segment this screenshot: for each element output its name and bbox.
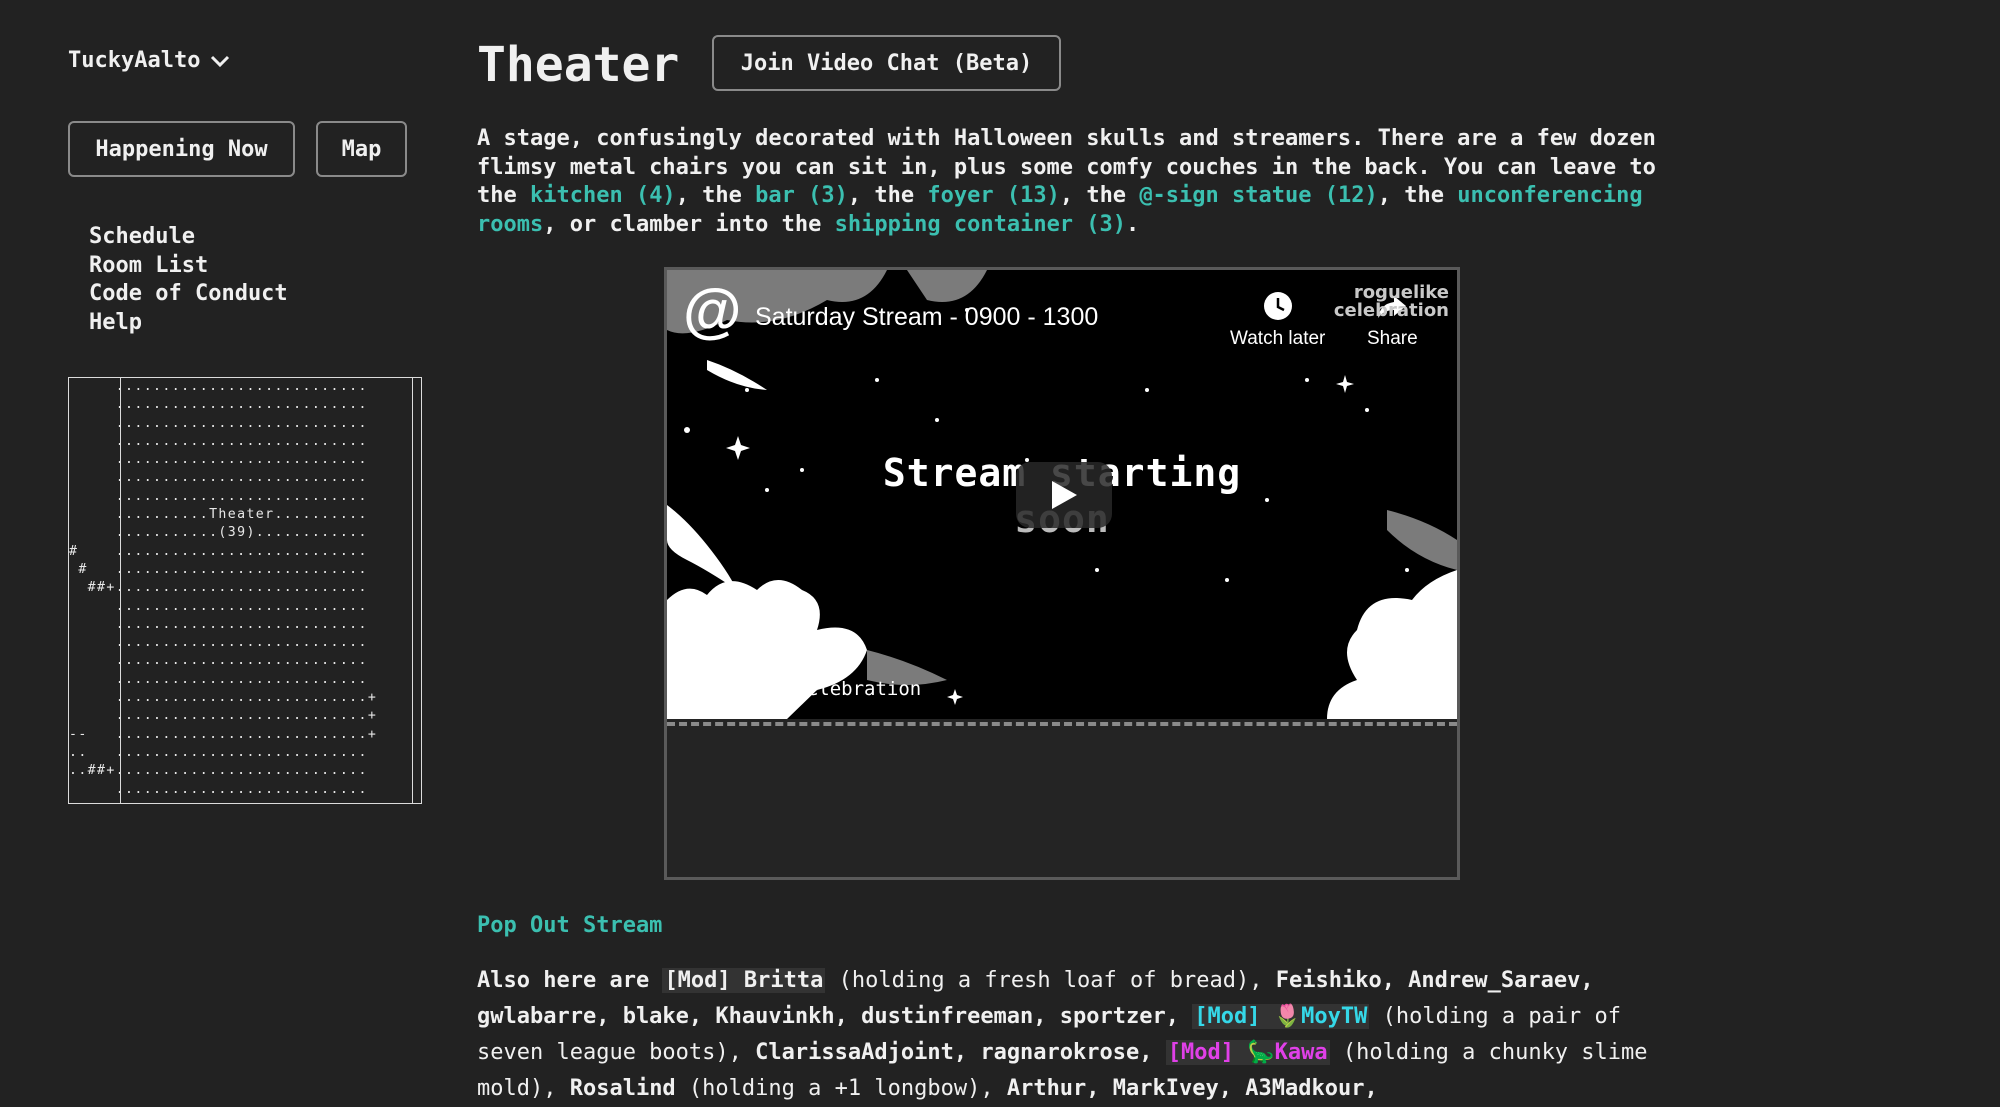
user-list[interactable]: Arthur, MarkIvey, A3Madkour, <box>1007 1076 1378 1101</box>
user-moytw[interactable]: [Mod] 🌷MoyTW <box>1192 1004 1370 1029</box>
clock-icon <box>1263 292 1292 320</box>
pop-out-stream-link[interactable]: Pop Out Stream <box>477 913 662 938</box>
user-list[interactable]: ClarissaAdjoint, ragnarokrose, <box>755 1040 1166 1065</box>
watch-later-button[interactable]: Watch later <box>1230 290 1325 350</box>
dinosaur-icon: 🦕 <box>1247 1040 1275 1065</box>
video-player[interactable]: @ Saturday Stream - 0900 - 1300 Watch la… <box>667 270 1457 719</box>
link-kitchen[interactable]: kitchen (4) <box>530 183 676 208</box>
user-kawa[interactable]: [Mod] 🦕Kawa <box>1165 1040 1330 1065</box>
presence-list: Also here are [Mod] Britta (holding a fr… <box>477 968 1648 1101</box>
video-hashtag: #RoguelikeCelebration <box>681 678 922 700</box>
video-divider <box>667 722 1457 726</box>
play-icon <box>1052 481 1077 509</box>
room-description: A stage, confusingly decorated with Hall… <box>477 126 1656 237</box>
nav-item-room-list[interactable]: Room List <box>89 252 288 281</box>
video-embed[interactable]: @ Saturday Stream - 0900 - 1300 Watch la… <box>664 267 1460 880</box>
link-foyer[interactable]: foyer (13) <box>927 183 1059 208</box>
map-button[interactable]: Map <box>316 121 407 177</box>
username: TuckyAalto <box>68 48 201 73</box>
minimap-ascii: ........................... ............… <box>69 379 378 797</box>
sidebar-nav: Schedule Room List Code of Conduct Help <box>89 223 288 337</box>
tulip-icon: 🌷 <box>1273 1004 1302 1029</box>
link-shipping-container[interactable]: shipping container (3) <box>835 212 1126 237</box>
user-menu[interactable]: TuckyAalto <box>68 48 230 73</box>
nav-item-schedule[interactable]: Schedule <box>89 223 288 252</box>
video-title[interactable]: Saturday Stream - 0900 - 1300 <box>755 303 1098 332</box>
play-button[interactable] <box>1016 462 1112 528</box>
channel-avatar[interactable]: @ <box>683 281 742 341</box>
minimap[interactable]: ........................... ............… <box>68 377 422 804</box>
join-video-chat-button[interactable]: Join Video Chat (Beta) <box>712 35 1061 91</box>
minimap-wall <box>412 378 413 803</box>
page-title: Theater <box>477 37 680 93</box>
brand-logo: roguelike celebration <box>1333 282 1449 321</box>
link-bar[interactable]: bar (3) <box>755 183 848 208</box>
nav-item-help[interactable]: Help <box>89 309 288 338</box>
user-britta[interactable]: [Mod] Britta <box>662 968 826 993</box>
minimap-wall <box>120 378 121 803</box>
user-rosalind[interactable]: Rosalind <box>570 1076 676 1101</box>
happening-now-button[interactable]: Happening Now <box>68 121 295 177</box>
nav-item-code-of-conduct[interactable]: Code of Conduct <box>89 280 288 309</box>
chevron-down-icon <box>211 55 230 67</box>
link-statue[interactable]: @-sign statue (12) <box>1139 183 1377 208</box>
